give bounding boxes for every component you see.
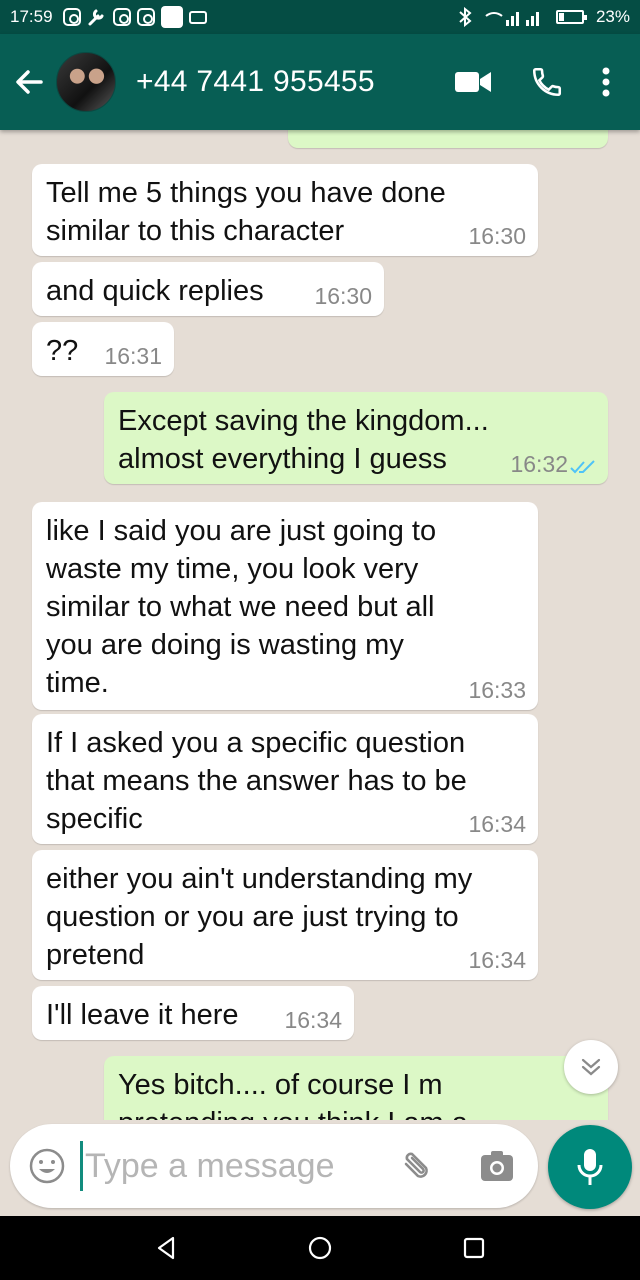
avatar[interactable] (56, 52, 116, 112)
message-time: 16:33 (468, 677, 526, 703)
attach-icon[interactable] (398, 1148, 434, 1184)
message-text: time. (46, 667, 109, 699)
message-text: Except saving the kingdom... (118, 405, 489, 437)
message-text: specific (46, 803, 143, 835)
video-call-icon[interactable] (454, 69, 492, 95)
message-list[interactable]: Tell me 5 things you have done similar t… (0, 130, 640, 1120)
message-bubble-in[interactable]: ?? 16:31 (32, 322, 174, 376)
message-text: If I asked you a specific question (46, 727, 466, 759)
message-bubble-out[interactable]: Yes bitch.... of course I m pretending y… (104, 1056, 608, 1120)
system-nav-bar (0, 1216, 640, 1280)
message-bubble-in[interactable]: Tell me 5 things you have done similar t… (32, 164, 538, 256)
scroll-to-bottom-button[interactable] (564, 1040, 618, 1094)
message-time: 16:34 (284, 1007, 342, 1033)
emoji-icon[interactable] (28, 1147, 66, 1185)
read-ticks-icon (570, 460, 595, 474)
message-bubble-in[interactable]: either you ain't understanding my questi… (32, 850, 538, 980)
message-text: like I said you are just going to (46, 515, 437, 547)
message-bubble-in[interactable]: If I asked you a specific question that … (32, 714, 538, 844)
message-bubble-out[interactable]: Except saving the kingdom... almost ever… (104, 392, 608, 484)
message-time: 16:34 (468, 811, 526, 837)
message-bubble-in[interactable]: like I said you are just going to waste … (32, 502, 538, 710)
camera-icon[interactable] (480, 1150, 514, 1182)
nav-recents-icon[interactable] (463, 1237, 485, 1259)
chat-header: +44 7441 955455 (0, 34, 640, 130)
nav-home-icon[interactable] (307, 1235, 333, 1261)
status-bar: 17:59 23% (0, 0, 640, 34)
bluetooth-icon (459, 7, 472, 27)
message-time: 16:30 (468, 223, 526, 249)
instagram-icon (112, 8, 131, 26)
signal-icon (485, 12, 539, 26)
message-text: Yes bitch.... of course I m (118, 1069, 443, 1101)
nav-back-icon[interactable] (155, 1235, 177, 1261)
arrow-left-icon (16, 70, 43, 94)
more-options-icon[interactable] (602, 67, 610, 97)
message-text: pretend (46, 939, 145, 971)
message-text: question or you are just trying to (46, 901, 459, 933)
message-icon (188, 10, 207, 24)
back-button[interactable] (6, 66, 52, 98)
message-text: pretending you think I am a (118, 1104, 594, 1120)
message-time: 16:34 (468, 947, 526, 973)
battery-icon (555, 10, 587, 24)
message-time: 16:32 (510, 451, 568, 477)
instagram-icon (62, 8, 81, 26)
message-text: you are doing is wasting my (46, 629, 404, 661)
message-bubble-in[interactable]: and quick replies 16:30 (32, 262, 384, 316)
notification-icon (160, 6, 183, 28)
instagram-icon (136, 8, 155, 26)
message-time: 16:30 (314, 283, 372, 309)
microphone-icon (577, 1149, 603, 1185)
double-chevron-down-icon (581, 1058, 601, 1076)
message-composer[interactable]: Type a message (10, 1124, 538, 1208)
message-text: similar to this character (46, 215, 345, 247)
voice-record-button[interactable] (548, 1125, 632, 1209)
wrench-icon (88, 9, 104, 26)
message-text: waste my time, you look very (46, 553, 419, 585)
message-bubble-in[interactable]: I'll leave it here 16:34 (32, 986, 354, 1040)
message-time: 16:31 (104, 343, 162, 369)
message-text: similar to what we need but all (46, 591, 435, 623)
message-bubble-out[interactable] (288, 130, 608, 148)
message-input[interactable]: Type a message (85, 1147, 334, 1186)
phone-call-icon[interactable] (530, 65, 564, 99)
message-text: that means the answer has to be (46, 765, 467, 797)
text-cursor (80, 1141, 83, 1191)
message-text: either you ain't understanding my (46, 863, 473, 895)
message-text: Tell me 5 things you have done (46, 177, 446, 209)
status-time: 17:59 (10, 7, 53, 26)
battery-level: 23% (595, 7, 630, 26)
contact-name[interactable]: +44 7441 955455 (136, 65, 375, 99)
